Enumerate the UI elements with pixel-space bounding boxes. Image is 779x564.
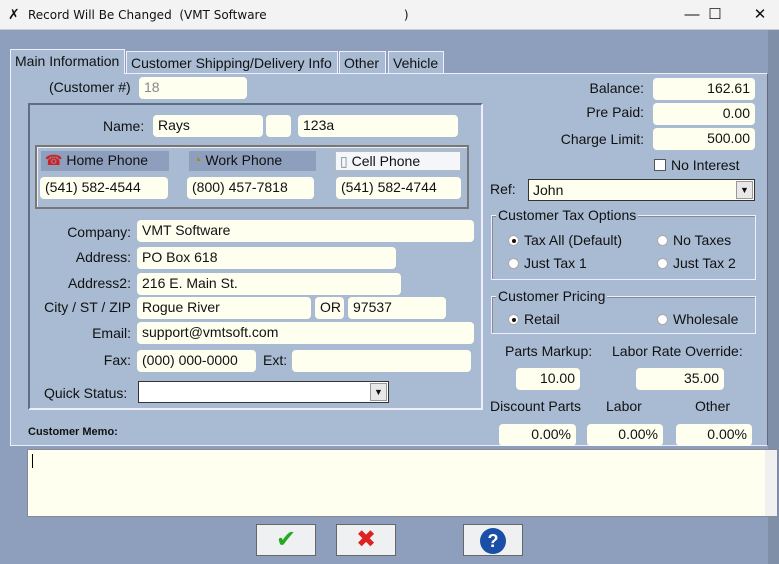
work-phone-label: Work Phone xyxy=(205,152,283,168)
balance-label: Balance: xyxy=(589,80,644,96)
pricing-legend: Customer Pricing xyxy=(496,288,608,304)
home-phone-header: ☎ Home Phone xyxy=(41,151,169,171)
radio-wholesale[interactable]: Wholesale xyxy=(657,311,738,327)
quick-status-label: Quick Status: xyxy=(44,385,128,401)
radio-selected-icon[interactable] xyxy=(508,314,519,325)
discount-labor-field[interactable]: 0.00% xyxy=(587,424,663,446)
name-label: Name: xyxy=(103,118,145,134)
discount-other-field[interactable]: 0.00% xyxy=(676,424,752,446)
cell-phone-label: Cell Phone xyxy=(351,153,421,169)
middle-name-field[interactable] xyxy=(266,115,291,137)
prepaid-label: Pre Paid: xyxy=(586,104,644,120)
help-button[interactable]: ? xyxy=(463,524,523,556)
maximize-button[interactable]: ☐ xyxy=(695,4,735,26)
labor-rate-field[interactable]: 35.00 xyxy=(636,368,724,390)
customer-memo-label: Customer Memo: xyxy=(28,426,118,438)
charge-limit-field[interactable]: 500.00 xyxy=(653,128,755,150)
address2-label: Address2: xyxy=(67,275,131,291)
customer-memo-textarea[interactable] xyxy=(27,449,778,517)
tools-icon: ✗ xyxy=(8,6,20,22)
chevron-down-icon[interactable]: ▼ xyxy=(736,181,753,199)
home-phone-label: Home Phone xyxy=(66,152,149,168)
tab-main-information[interactable]: Main Information xyxy=(10,49,125,74)
ext-field[interactable] xyxy=(292,350,471,372)
work-phone-header: ◔ Work Phone xyxy=(189,151,316,171)
labor-rate-label: Labor Rate Override: xyxy=(612,343,743,359)
radio-retail[interactable]: Retail xyxy=(508,311,560,327)
charge-limit-label: Charge Limit: xyxy=(560,131,644,147)
cancel-button[interactable]: ✖ xyxy=(336,524,396,556)
ref-label: Ref: xyxy=(490,181,516,197)
radio-icon[interactable] xyxy=(657,314,668,325)
help-icon: ? xyxy=(480,528,506,554)
no-interest-label: No Interest xyxy=(671,157,740,173)
discount-parts-field[interactable]: 0.00% xyxy=(499,424,576,446)
ref-value: John xyxy=(533,182,564,198)
radio-icon[interactable] xyxy=(508,258,519,269)
address2-field[interactable]: 216 E. Main St. xyxy=(137,273,401,295)
window-title: Record Will Be Changed (VMT Software ) xyxy=(28,8,409,22)
company-field[interactable]: VMT Software xyxy=(137,220,474,242)
work-phone-icon: ◔ xyxy=(193,152,202,168)
work-phone-field[interactable]: (800) 457-7818 xyxy=(187,177,314,199)
prepaid-field[interactable]: 0.00 xyxy=(653,103,755,125)
memo-scrollbar[interactable] xyxy=(765,450,777,516)
customer-number-field: 18 xyxy=(139,77,247,99)
radio-icon[interactable] xyxy=(657,258,668,269)
quick-status-select[interactable]: ▼ xyxy=(138,381,389,403)
tax-options-legend: Customer Tax Options xyxy=(496,207,639,223)
home-phone-field[interactable]: (541) 582-4544 xyxy=(40,177,168,199)
radio-just-tax-2[interactable]: Just Tax 2 xyxy=(657,255,736,271)
address-field[interactable]: PO Box 618 xyxy=(137,247,396,269)
ok-button[interactable]: ✔ xyxy=(256,524,316,556)
radio-label: Tax All (Default) xyxy=(524,232,623,248)
email-field[interactable]: support@vmtsoft.com xyxy=(137,322,474,344)
discount-labor-label: Labor xyxy=(606,398,642,414)
tab-customer-shipping[interactable]: Customer Shipping/Delivery Info xyxy=(126,51,338,74)
radio-label: Just Tax 1 xyxy=(524,255,587,271)
cell-phone-icon: ▯ xyxy=(340,153,348,169)
parts-markup-label: Parts Markup: xyxy=(505,343,593,359)
fax-field[interactable]: (000) 000-0000 xyxy=(137,350,256,372)
radio-icon[interactable] xyxy=(657,235,668,246)
zip-field[interactable]: 97537 xyxy=(348,297,446,319)
radio-selected-icon[interactable] xyxy=(508,235,519,246)
customer-number-label: (Customer #) xyxy=(49,79,131,95)
checkbox-icon[interactable] xyxy=(654,159,666,171)
city-field[interactable]: Rogue River xyxy=(137,297,311,319)
radio-label: No Taxes xyxy=(673,232,732,248)
state-field[interactable]: OR xyxy=(315,297,344,319)
company-label: Company: xyxy=(67,224,131,240)
radio-no-taxes[interactable]: No Taxes xyxy=(657,232,731,248)
radio-label: Retail xyxy=(524,311,560,327)
discount-parts-label: Discount Parts xyxy=(490,398,582,414)
radio-just-tax-1[interactable]: Just Tax 1 xyxy=(508,255,587,271)
title-bar: ✗ Record Will Be Changed (VMT Software )… xyxy=(0,0,779,30)
email-label: Email: xyxy=(92,325,131,341)
no-interest-checkbox[interactable]: No Interest xyxy=(654,157,739,173)
close-button[interactable]: ✕ xyxy=(740,4,779,26)
radio-tax-all[interactable]: Tax All (Default) xyxy=(508,232,622,248)
radio-label: Just Tax 2 xyxy=(673,255,736,271)
ref-select[interactable]: John ▼ xyxy=(528,179,755,201)
tab-other[interactable]: Other xyxy=(339,51,386,74)
cell-phone-field[interactable]: (541) 582-4744 xyxy=(336,177,461,199)
fax-label: Fax: xyxy=(103,352,131,368)
chevron-down-icon[interactable]: ▼ xyxy=(370,383,387,401)
tab-vehicle[interactable]: Vehicle xyxy=(388,51,444,74)
discount-other-label: Other xyxy=(695,398,731,414)
balance-field: 162.61 xyxy=(653,78,755,100)
home-phone-icon: ☎ xyxy=(45,152,63,168)
address-label: Address: xyxy=(75,249,131,265)
ext-label: Ext: xyxy=(263,352,288,368)
last-name-field[interactable]: 123a xyxy=(298,115,458,137)
city-state-zip-label: City / ST / ZIP xyxy=(44,299,131,315)
parts-markup-field[interactable]: 10.00 xyxy=(516,368,580,390)
first-name-field[interactable]: Rays xyxy=(153,115,263,137)
cell-phone-header: ▯ Cell Phone xyxy=(335,151,461,171)
radio-label: Wholesale xyxy=(673,311,739,327)
